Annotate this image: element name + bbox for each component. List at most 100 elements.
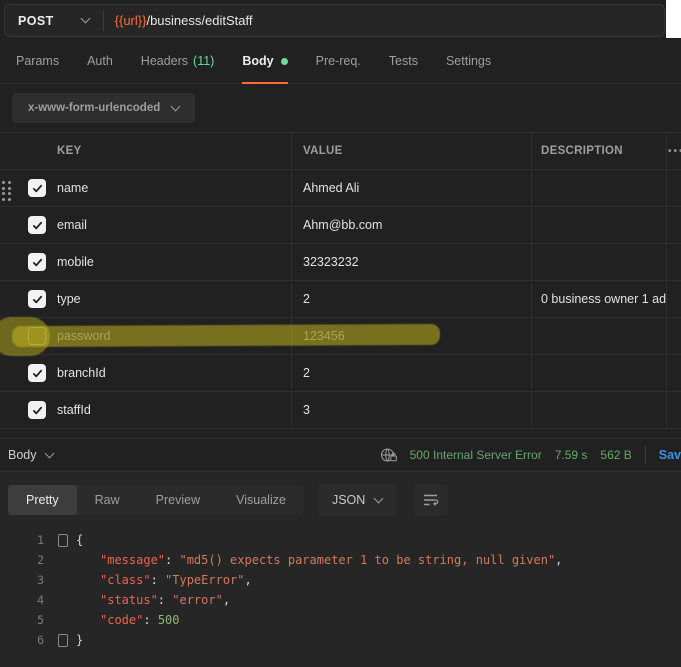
- param-value[interactable]: 2: [303, 366, 310, 380]
- line-number: 1: [0, 530, 58, 550]
- response-meta-bar: Body 500 Internal Server Error 7.59 s 56…: [0, 438, 681, 471]
- status-badge[interactable]: 500 Internal Server Error: [410, 448, 542, 462]
- row-checkbox-checked[interactable]: [28, 364, 46, 382]
- fold-marker-icon[interactable]: [58, 630, 76, 650]
- code-line: 6}: [0, 630, 681, 650]
- header-value: VALUE: [292, 133, 532, 169]
- param-value[interactable]: 2: [303, 292, 310, 306]
- row-checkbox-checked[interactable]: [28, 179, 46, 197]
- fold-spacer: [58, 610, 76, 630]
- value-cell: 3: [292, 392, 532, 428]
- save-response-button[interactable]: Sav: [659, 448, 681, 462]
- body-type-selector[interactable]: x-www-form-urlencoded: [12, 93, 195, 123]
- code-text: "status": "error",: [76, 590, 230, 610]
- response-size[interactable]: 562 B: [600, 448, 631, 462]
- format-selector[interactable]: JSON: [318, 484, 396, 516]
- param-key[interactable]: branchId: [57, 366, 106, 380]
- tab-settings[interactable]: Settings: [446, 40, 491, 84]
- tab-label: Pre-req.: [316, 54, 361, 68]
- url-path: /business/editStaff: [146, 13, 252, 28]
- description-cell: [532, 318, 667, 354]
- row-more-cell: [667, 281, 681, 317]
- wrap-lines-button[interactable]: [414, 484, 448, 516]
- view-tab-pretty[interactable]: Pretty: [8, 485, 77, 515]
- param-key[interactable]: password: [57, 329, 111, 343]
- row-more-cell: [667, 207, 681, 243]
- code-text: "code": 500: [76, 610, 180, 630]
- row-checkbox-checked[interactable]: [28, 401, 46, 419]
- value-cell: Ahmed Ali: [292, 170, 532, 206]
- tab-prereq[interactable]: Pre-req.: [316, 40, 361, 84]
- value-cell: 2: [292, 355, 532, 391]
- param-key[interactable]: type: [57, 292, 81, 306]
- tab-params[interactable]: Params: [16, 40, 59, 84]
- headers-count-badge: (11): [193, 54, 214, 68]
- cookies-icon[interactable]: [380, 447, 397, 463]
- row-checkbox-checked[interactable]: [28, 216, 46, 234]
- param-value[interactable]: 3: [303, 403, 310, 417]
- fold-spacer: [58, 570, 76, 590]
- row-more-cell: [667, 244, 681, 280]
- window-edge: [666, 0, 681, 38]
- row-checkbox-unchecked[interactable]: [28, 327, 46, 345]
- param-value[interactable]: Ahm@bb.com: [303, 218, 382, 232]
- line-number: 4: [0, 590, 58, 610]
- fold-marker-icon[interactable]: [58, 530, 76, 550]
- row-checkbox-checked[interactable]: [28, 290, 46, 308]
- response-body-dropdown[interactable]: Body: [8, 448, 53, 462]
- param-value[interactable]: Ahmed Ali: [303, 181, 359, 195]
- view-tab-preview[interactable]: Preview: [138, 485, 218, 515]
- tab-label: Auth: [87, 54, 113, 68]
- tab-headers[interactable]: Headers (11): [141, 40, 215, 84]
- param-value[interactable]: 123456: [303, 329, 345, 343]
- method-label: POST: [18, 14, 54, 28]
- fold-spacer: [58, 550, 76, 570]
- tab-body[interactable]: Body: [242, 40, 287, 84]
- description-cell: [532, 170, 667, 206]
- body-type-row: x-www-form-urlencoded: [0, 84, 681, 132]
- response-stats: 500 Internal Server Error 7.59 s 562 B S…: [380, 446, 681, 464]
- header-more-cell: •••: [667, 133, 681, 169]
- params-table-body: nameAhmed AliemailAhm@bb.commobile323232…: [0, 170, 681, 429]
- param-value[interactable]: 32323232: [303, 255, 359, 269]
- divider: [645, 446, 646, 464]
- tab-auth[interactable]: Auth: [87, 40, 113, 84]
- chevron-down-icon: [80, 14, 90, 24]
- description-cell: [532, 244, 667, 280]
- body-type-label: x-www-form-urlencoded: [28, 102, 160, 114]
- postman-request-window: POST {{url}}/business/editStaff Params Au…: [0, 0, 681, 667]
- param-row-password: password 123456: [0, 318, 681, 355]
- method-selector[interactable]: POST: [5, 5, 103, 36]
- tab-tests[interactable]: Tests: [389, 40, 418, 84]
- line-number: 5: [0, 610, 58, 630]
- chevron-down-icon: [374, 493, 384, 503]
- key-cell: mobile: [0, 244, 292, 280]
- param-key[interactable]: name: [57, 181, 88, 195]
- header-description: DESCRIPTION: [532, 133, 667, 169]
- param-description[interactable]: 0 business owner 1 ad: [541, 292, 666, 306]
- param-row-email: email Ahm@bb.com: [0, 207, 681, 244]
- more-options-icon[interactable]: •••: [668, 146, 681, 157]
- params-table-header: KEY VALUE DESCRIPTION •••: [0, 133, 681, 170]
- param-key[interactable]: email: [57, 218, 87, 232]
- key-cell: password: [0, 318, 292, 354]
- url-input[interactable]: {{url}}/business/editStaff: [104, 13, 253, 28]
- view-tab-raw[interactable]: Raw: [77, 485, 138, 515]
- url-variable: {{url}}: [115, 13, 147, 28]
- row-checkbox-checked[interactable]: [28, 253, 46, 271]
- value-cell: Ahm@bb.com: [292, 207, 532, 243]
- param-key[interactable]: staffId: [57, 403, 91, 417]
- param-key[interactable]: mobile: [57, 255, 94, 269]
- drag-handle-icon[interactable]: [2, 181, 11, 201]
- response-toolbar: PrettyRawPreviewVisualize JSON: [0, 484, 681, 516]
- tab-label: Headers: [141, 54, 188, 68]
- response-code: 1{2"message": "md5() expects parameter 1…: [0, 516, 681, 650]
- code-line: 2"message": "md5() expects parameter 1 t…: [0, 550, 681, 570]
- row-more-cell: [667, 318, 681, 354]
- value-cell: 2: [292, 281, 532, 317]
- param-row-name: name Ahmed Ali: [0, 170, 681, 207]
- response-time[interactable]: 7.59 s: [555, 448, 588, 462]
- view-tab-visualize[interactable]: Visualize: [218, 485, 304, 515]
- fold-spacer: [58, 590, 76, 610]
- value-cell: 32323232: [292, 244, 532, 280]
